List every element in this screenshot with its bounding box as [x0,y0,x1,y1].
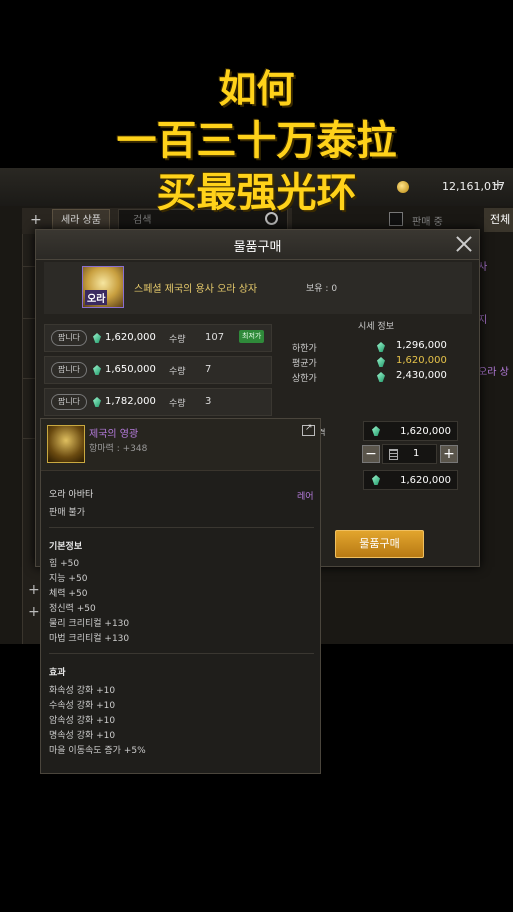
buy-button[interactable]: 물품구매 [335,530,424,558]
gem-icon [372,426,380,436]
divider [49,527,314,528]
gem-icon [93,333,101,343]
effect-line: 화속성 강화 +10 [49,686,116,696]
add-category-button[interactable]: + [28,582,40,598]
basic-info-title: 기본정보 [49,542,83,552]
quantity-value: 3 [205,396,212,407]
item-tooltip: 제국의 영광 항마력 : +348 오라 아바타 레어 판매 불가 기본정보 힘… [40,418,321,774]
quantity-stepper-value: 1 [413,448,420,459]
tooltip-resistance: 항마력 : +348 [89,444,148,454]
floor-price-label: 하한가 [292,344,317,354]
sell-tag: 팝니다 [51,394,87,410]
bg-list-item[interactable]: 지 [478,311,513,326]
total-price-field: 1,620,000 [363,470,458,490]
headline-line-2: 一百三十万泰拉 [116,117,397,164]
listing-price: 1,620,000 [105,332,156,343]
tooltip-rarity: 레어 [297,492,314,502]
sell-tag: 팝니다 [51,330,87,346]
decrease-quantity-button[interactable]: − [362,445,380,463]
tooltip-item-name: 제국의 영광 [89,429,139,440]
divider [49,653,314,654]
aura-avatar-icon [47,425,85,463]
lowest-price-badge: 최저가 [239,330,265,343]
bg-list-item[interactable]: 오라 상 [478,363,513,378]
quantity-value: 7 [205,364,212,375]
total-price-value: 1,620,000 [400,475,451,486]
ceiling-price-value: 2,430,000 [396,370,447,381]
stat-line: 힘 +50 [49,559,80,569]
ceiling-price-label: 상한가 [292,374,317,384]
owned-count: 보유 : 0 [306,284,338,294]
share-icon[interactable] [302,423,315,436]
gem-icon [377,342,385,352]
effect-line: 암속성 강화 +10 [49,716,116,726]
dialog-header: 물품구매 [36,230,479,260]
gem-icon [372,475,380,485]
stat-line: 마법 크리티컬 +130 [49,634,130,644]
listing-row[interactable]: 팝니다 1,650,000 수량 7 [44,356,272,384]
stat-line: 지능 +50 [49,574,88,584]
average-price-value: 1,620,000 [396,355,447,366]
unit-price-field: 1,620,000 [363,421,458,441]
floor-price-value: 1,296,000 [396,340,447,351]
listing-row[interactable]: 팝니다 1,620,000 수량 107 최저가 [44,324,272,352]
item-icon-label: 오라 [85,290,108,305]
tooltip-trade-status: 판매 불가 [49,508,85,518]
stat-line: 체력 +50 [49,589,88,599]
headline-line-3: 买最强光环 [156,169,357,216]
headline-line-1: 如何 [218,66,295,111]
dialog-title: 물품구매 [233,240,282,255]
close-icon[interactable] [454,234,474,254]
effect-line: 명속성 강화 +10 [49,731,116,741]
quantity-stepper[interactable]: 1 [382,444,437,464]
unit-price-value: 1,620,000 [400,426,451,437]
quantity-value: 107 [205,332,225,343]
stat-line: 정신력 +50 [49,604,96,614]
effect-line: 마을 이동속도 증가 +5% [49,746,146,756]
quantity-label: 수량 [169,335,186,345]
increase-quantity-button[interactable]: + [440,445,458,463]
tooltip-item-type: 오라 아바타 [49,490,94,500]
listing-price: 1,782,000 [105,396,156,407]
stat-line: 물리 크리티컬 +130 [49,619,130,629]
gem-icon [93,397,101,407]
market-info-title: 시세 정보 [358,322,394,332]
add-category-button[interactable]: + [28,604,40,620]
gem-icon [93,365,101,375]
gem-icon [377,357,385,367]
calculator-icon[interactable] [389,449,398,460]
sell-tag: 팝니다 [51,362,87,378]
bg-list-item[interactable]: 사 [478,258,513,273]
gem-icon [377,372,385,382]
item-name: 스페셜 제국의 용사 오라 상자 [134,284,258,295]
quantity-label: 수량 [169,399,186,409]
effect-line: 수속성 강화 +10 [49,701,116,711]
aura-box-icon[interactable]: 오라 [82,266,124,308]
quantity-label: 수량 [169,367,186,377]
listing-row[interactable]: 팝니다 1,782,000 수량 3 [44,388,272,416]
listing-price: 1,650,000 [105,364,156,375]
average-price-label: 평균가 [292,359,317,369]
effect-title: 효과 [49,668,66,678]
